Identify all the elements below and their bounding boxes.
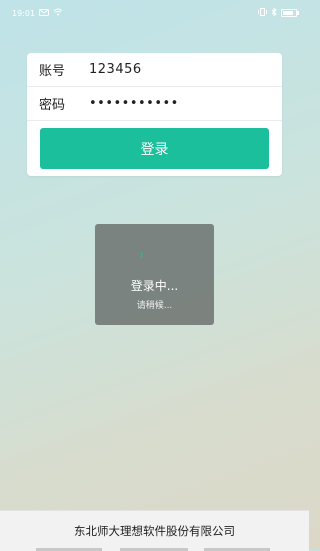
company-name: 东北师大理想软件股份有限公司 <box>74 524 235 538</box>
loading-title: 登录中... <box>130 279 179 293</box>
battery-icon <box>281 9 299 17</box>
password-input[interactable]: ••••••••••• <box>89 96 282 111</box>
account-label: 账号 <box>39 63 66 79</box>
password-row[interactable]: 密码 ••••••••••• <box>27 87 282 119</box>
footer: 东北师大理想软件股份有限公司 <box>0 510 309 551</box>
divider <box>27 120 282 121</box>
status-left: 19:01 <box>12 8 63 18</box>
status-time: 19:01 <box>12 8 36 18</box>
spinner-icon <box>140 251 143 259</box>
message-icon <box>39 8 50 18</box>
login-button[interactable]: 登录 <box>40 128 269 169</box>
bluetooth-icon <box>271 7 277 18</box>
vibrate-icon <box>258 8 267 18</box>
loading-subtitle: 请稍候... <box>136 301 173 311</box>
account-row[interactable]: 账号 123456 <box>27 53 282 85</box>
wifi-icon <box>53 8 63 18</box>
password-label: 密码 <box>39 97 66 113</box>
account-input[interactable]: 123456 <box>89 62 282 77</box>
status-right <box>258 7 299 18</box>
status-bar: 19:01 <box>0 0 309 26</box>
